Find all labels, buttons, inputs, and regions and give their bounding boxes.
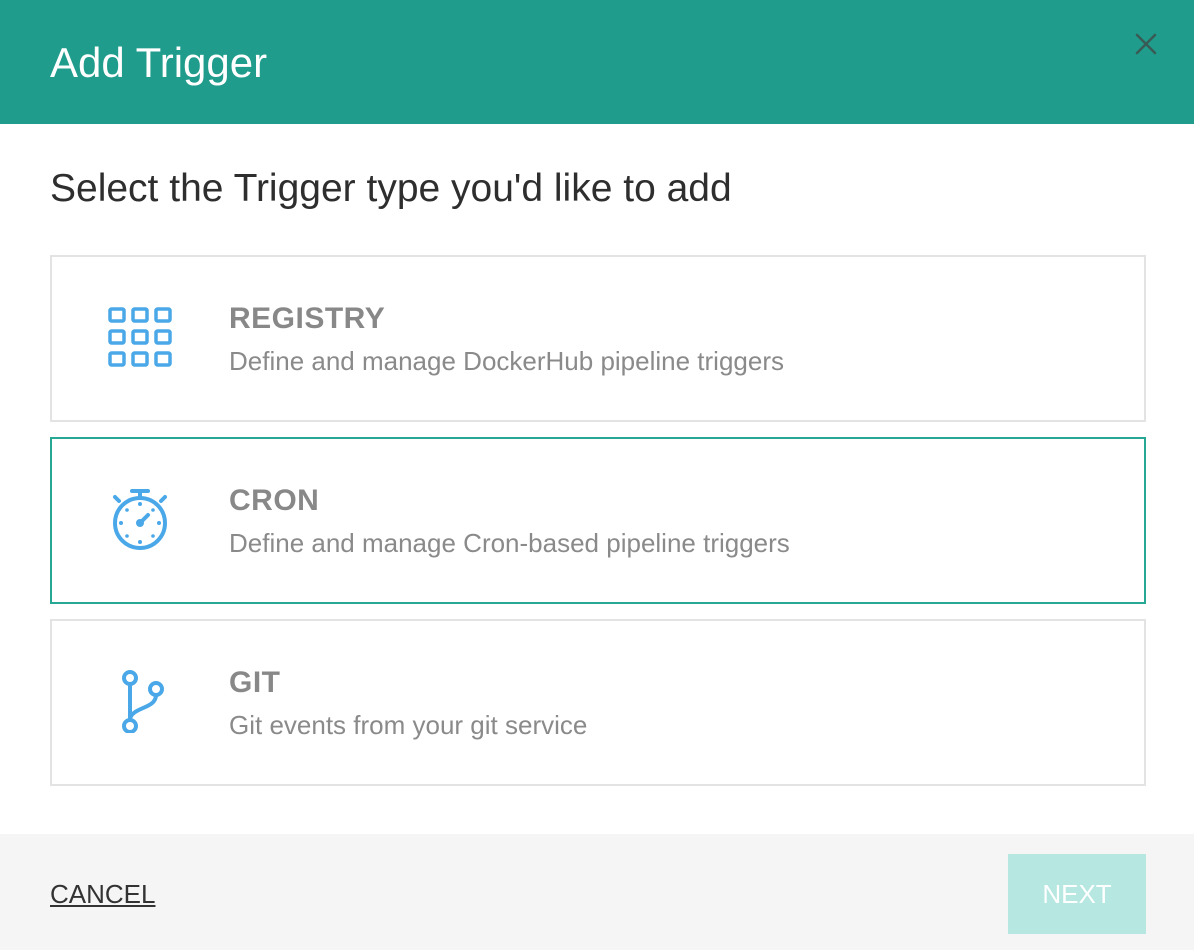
dialog-footer: CANCEL NEXT xyxy=(0,834,1194,950)
stopwatch-icon xyxy=(113,489,167,550)
close-icon xyxy=(1135,33,1157,55)
dialog-subtitle: Select the Trigger type you'd like to ad… xyxy=(50,167,732,210)
dialog-header: Add Trigger xyxy=(0,0,1194,124)
option-description: Define and manage DockerHub pipeline tri… xyxy=(229,346,784,376)
grid-icon xyxy=(108,307,172,367)
close-button[interactable] xyxy=(1126,24,1166,64)
option-description: Define and manage Cron-based pipeline tr… xyxy=(229,528,790,558)
option-registry[interactable]: REGISTRY Define and manage DockerHub pip… xyxy=(50,255,1146,422)
option-cron[interactable]: CRON Define and manage Cron-based pipeli… xyxy=(50,437,1146,604)
option-name: REGISTRY xyxy=(229,302,386,335)
dialog-title: Add Trigger xyxy=(50,39,268,86)
option-git[interactable]: GIT Git events from your git service xyxy=(50,619,1146,786)
option-description: Git events from your git service xyxy=(229,710,588,740)
git-branch-icon xyxy=(122,670,164,733)
option-name: GIT xyxy=(229,666,281,699)
option-name: CRON xyxy=(229,484,320,517)
next-button[interactable]: NEXT xyxy=(1008,854,1146,934)
cancel-button[interactable]: CANCEL xyxy=(50,878,155,910)
